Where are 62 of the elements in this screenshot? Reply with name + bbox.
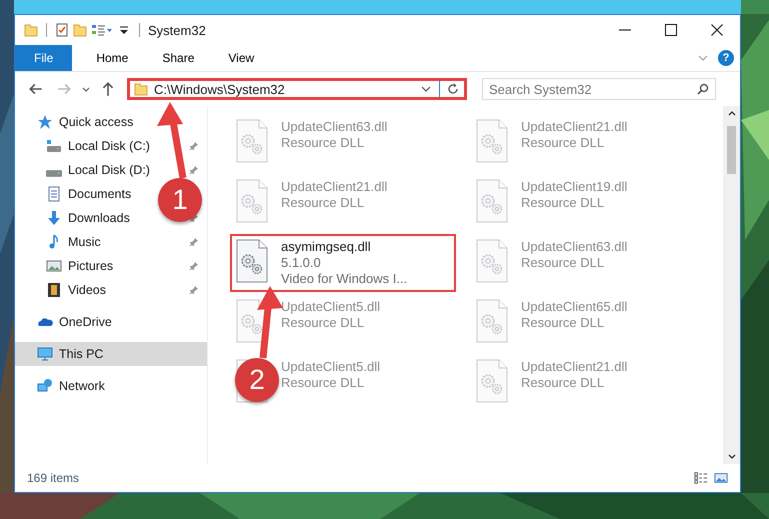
file-detail: Video for Windows I... <box>281 271 408 286</box>
picture-icon <box>46 258 62 274</box>
sidebar-item[interactable]: OneDrive <box>59 315 112 329</box>
file-tile[interactable]: asymimgseq.dll 5.1.0.0 Video for Windows I... <box>230 234 456 292</box>
monitor-icon <box>37 346 53 362</box>
file-name: asymimgseq.dll <box>281 239 372 254</box>
file-menu-tab[interactable]: File <box>15 45 72 71</box>
address-path: C:\Windows\System32 <box>154 82 286 96</box>
search-icon[interactable] <box>696 82 710 96</box>
close-icon <box>711 24 723 36</box>
sidebar-item[interactable]: Documents <box>68 187 132 201</box>
up-arrow-icon[interactable] <box>100 81 116 97</box>
file-detail: Resource DLL <box>521 135 606 150</box>
search-field[interactable]: Search System32 <box>482 78 716 100</box>
download-arrow-icon <box>46 210 62 226</box>
file-detail: Resource DLL <box>521 315 606 330</box>
file-detail: Resource DLL <box>281 375 366 390</box>
star-icon <box>37 114 53 130</box>
properties-icon[interactable] <box>55 23 69 37</box>
sidebar-item[interactable]: Music <box>68 235 101 249</box>
network-icon <box>37 378 53 394</box>
file-detail: 5.1.0.0 <box>281 255 322 270</box>
help-button[interactable]: ? <box>718 50 734 66</box>
sidebar-item[interactable]: Local Disk (D:) <box>68 163 150 177</box>
file-detail: Resource DLL <box>521 375 606 390</box>
folder-icon <box>134 82 148 96</box>
ribbon-tab[interactable]: Share <box>148 45 208 71</box>
back-arrow-icon[interactable] <box>28 81 44 97</box>
scrollbar[interactable] <box>723 106 740 464</box>
sidebar-item[interactable]: Local Disk (C:) <box>68 139 150 153</box>
pin-icon[interactable] <box>189 237 199 247</box>
large-icons-view-icon[interactable] <box>714 471 728 485</box>
pin-icon[interactable] <box>189 285 199 295</box>
scroll-thumb[interactable] <box>727 126 736 174</box>
ribbon-tab[interactable]: Home <box>82 45 142 71</box>
file-detail: Resource DLL <box>521 195 606 210</box>
file-detail: Resource DLL <box>281 315 366 330</box>
file-detail: Resource DLL <box>521 255 606 270</box>
pin-icon[interactable] <box>189 141 199 151</box>
item-count: 169 items <box>27 471 80 485</box>
ribbon-tab[interactable]: View <box>214 45 268 71</box>
file-detail: Resource DLL <box>281 135 366 150</box>
sidebar-item[interactable]: Network <box>59 379 105 393</box>
pin-icon[interactable] <box>189 261 199 271</box>
sidebar-item[interactable]: Videos <box>68 283 106 297</box>
window-title: System32 <box>148 22 206 38</box>
sidebar-item[interactable]: Pictures <box>68 259 114 273</box>
details-view-icon[interactable] <box>694 471 708 485</box>
maximize-icon <box>665 24 677 36</box>
minimize-icon <box>619 29 631 31</box>
address-field[interactable]: C:\Windows\System32 <box>127 78 467 100</box>
sidebar-item[interactable]: Quick access <box>59 115 134 129</box>
film-icon <box>46 282 62 298</box>
drive-icon <box>46 170 62 176</box>
document-icon <box>46 186 62 202</box>
view-menu-icon[interactable] <box>91 23 113 37</box>
refresh-icon[interactable] <box>446 82 460 96</box>
pin-icon[interactable] <box>189 165 199 175</box>
file-detail: Resource DLL <box>281 195 366 210</box>
sidebar-item[interactable]: This PC <box>15 342 207 366</box>
drive-icon <box>46 138 62 154</box>
sidebar-item[interactable]: Downloads <box>68 211 130 225</box>
